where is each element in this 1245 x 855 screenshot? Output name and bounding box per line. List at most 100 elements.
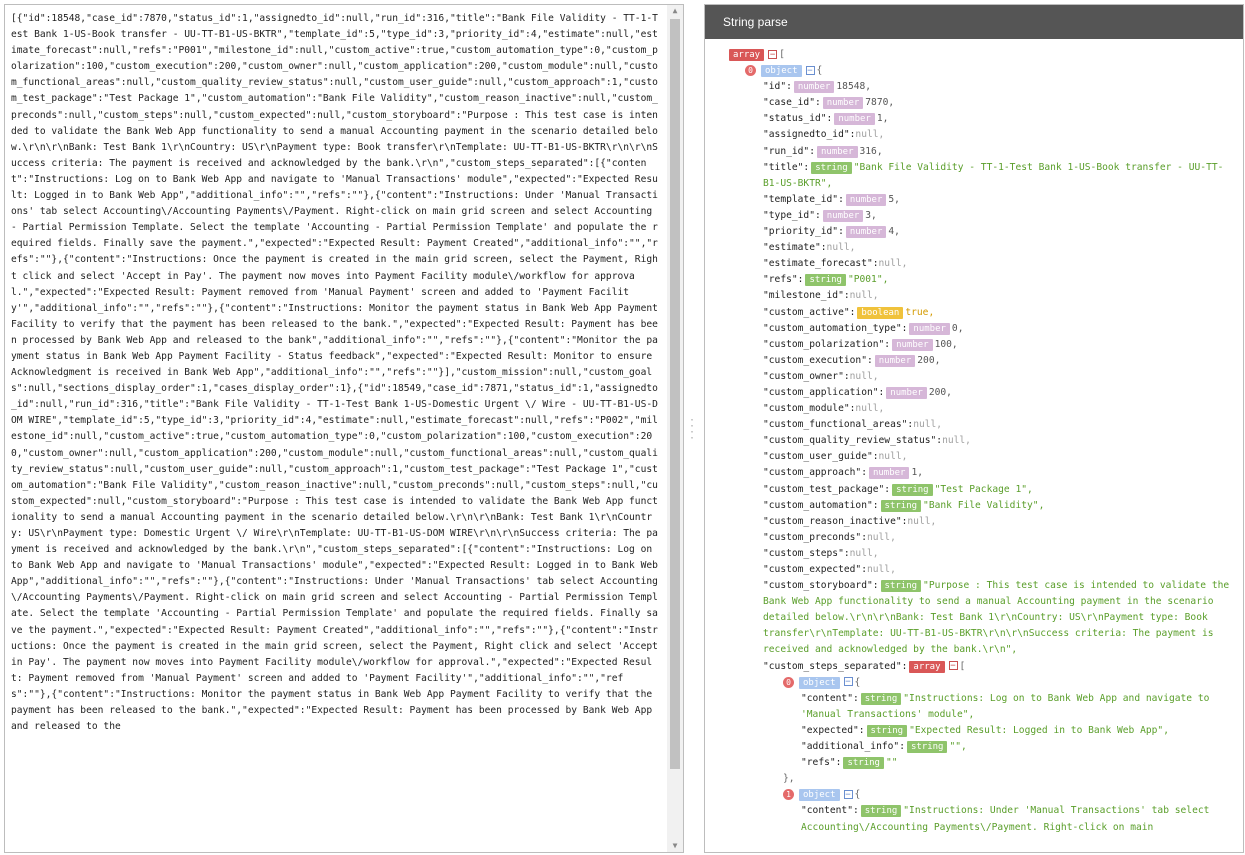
type-badge: number xyxy=(868,467,910,480)
collapse-toggle-icon[interactable]: − xyxy=(768,49,778,59)
raw-json-text[interactable]: [{"id":18548,"case_id":7870,"status_id":… xyxy=(11,11,663,735)
tree-field-row: "custom_application": number 200, xyxy=(705,385,1243,401)
field-value: "Expected Result: Logged in to Bank Web … xyxy=(909,724,1169,736)
bracket: }, xyxy=(783,773,795,785)
field-key: "expected": xyxy=(801,724,865,736)
field-value: null, xyxy=(878,451,908,463)
field-key: "custom_preconds": xyxy=(763,531,867,543)
field-key: "status_id": xyxy=(763,113,833,125)
field-value: "", xyxy=(949,741,967,753)
field-key: "content": xyxy=(801,805,859,817)
field-key: "run_id": xyxy=(763,145,815,157)
field-value: 18548, xyxy=(836,81,872,93)
type-badge: number xyxy=(834,113,875,126)
field-key: "custom_automation": xyxy=(763,499,879,511)
tree-field-row: "status_id": number 1, xyxy=(705,111,1243,127)
tree-field-row: "template_id": number 5, xyxy=(705,192,1243,208)
tree-field-row: "expected": string "Expected Result: Logge… xyxy=(705,723,1243,739)
tree-field-row: "custom_user_guide":null, xyxy=(705,449,1243,465)
tree-field-row: "run_id": number 316, xyxy=(705,144,1243,160)
scroll-up-arrow-icon[interactable]: ▲ xyxy=(667,5,683,17)
tree-field-row: "custom_active": boolean true, xyxy=(705,305,1243,321)
field-key: "custom_test_package": xyxy=(763,483,891,495)
tree-field-row: "custom_automation": string "Bank File Val… xyxy=(705,498,1243,514)
type-badge: number xyxy=(816,145,858,158)
field-value: 4, xyxy=(888,226,900,238)
field-key: "refs": xyxy=(801,757,842,769)
tree-field-row: "content": string "Instructions: Under 'Ma… xyxy=(705,803,1243,835)
tree-field-row: "case_id": number 7870, xyxy=(705,95,1243,111)
field-key: "additional_info": xyxy=(801,741,905,753)
field-value: "P001", xyxy=(847,274,889,286)
tree-field-row: "priority_id": number 4, xyxy=(705,224,1243,240)
field-value: 7870, xyxy=(865,97,895,109)
raw-scrollbar[interactable]: ▲ ▼ xyxy=(667,5,683,852)
field-key: "custom_module": xyxy=(763,403,856,415)
type-badge: object xyxy=(761,65,802,78)
parse-panel-title: String parse xyxy=(705,5,1243,39)
field-value: 5, xyxy=(888,193,900,205)
type-badge: string xyxy=(866,724,908,737)
tree-field-row: "estimate_forecast":null, xyxy=(705,256,1243,272)
tree-field-row: "milestone_id":null, xyxy=(705,288,1243,304)
field-value: 200, xyxy=(917,354,941,366)
field-value: "Purpose : This test case is intended to… xyxy=(763,580,1230,656)
tree-field-row: "estimate":null, xyxy=(705,240,1243,256)
field-value: null, xyxy=(866,531,896,543)
field-key: "refs": xyxy=(763,274,804,286)
type-badge: string xyxy=(892,483,933,496)
type-badge: number xyxy=(845,193,887,206)
collapse-toggle-icon[interactable]: − xyxy=(948,661,958,671)
collapse-toggle-icon[interactable]: − xyxy=(805,65,815,75)
field-value: 1, xyxy=(876,113,889,125)
tree-field-row: "additional_info": string "", xyxy=(705,739,1243,755)
type-badge: string xyxy=(906,741,948,754)
field-key: "custom_expected": xyxy=(763,564,867,575)
type-badge: array xyxy=(729,49,765,61)
tree-field-row: "custom_automation_type": number 0, xyxy=(705,321,1243,337)
type-badge: string xyxy=(843,757,884,770)
resize-handle-icon[interactable]: · · · · xyxy=(688,416,696,444)
field-key: "estimate": xyxy=(763,242,827,254)
type-badge: number xyxy=(793,81,835,94)
type-badge: number xyxy=(822,97,864,110)
field-key: "template_id": xyxy=(763,193,844,205)
string-parse-panel: String parse array −[0 object −{"id": number… xyxy=(704,4,1244,853)
scroll-down-arrow-icon[interactable]: ▼ xyxy=(667,840,683,852)
tree-field-row: "content": string "Instructions: Log on to… xyxy=(705,691,1243,723)
type-badge: string xyxy=(860,692,902,705)
field-key: "custom_steps_separated": xyxy=(763,660,908,672)
field-key: "milestone_id": xyxy=(763,290,850,302)
tree-field-row: "custom_preconds":null, xyxy=(705,530,1243,546)
tree-item-row: 0 object −{ xyxy=(705,675,1243,691)
tree-field-row: "refs": string "P001", xyxy=(705,272,1243,288)
raw-scroll-thumb[interactable] xyxy=(670,19,680,769)
raw-json-editor[interactable]: [{"id":18548,"case_id":7870,"status_id":… xyxy=(4,4,684,853)
field-key: "custom_polarization": xyxy=(763,338,891,350)
field-key: "custom_reason_inactive": xyxy=(763,515,908,527)
tree-field-row: "custom_approach": number 1, xyxy=(705,465,1243,481)
tree-field-row: "custom_execution": number 200, xyxy=(705,353,1243,369)
type-badge: number xyxy=(909,322,950,335)
field-key: "id": xyxy=(763,81,792,93)
type-badge: string xyxy=(805,274,846,287)
bracket: [ xyxy=(779,49,785,60)
field-value: null, xyxy=(855,403,885,415)
field-key: "content": xyxy=(801,692,859,704)
field-value: "Bank File Validity", xyxy=(923,499,1045,511)
type-badge: string xyxy=(880,580,922,593)
field-value: "" xyxy=(885,757,898,769)
tree-root-row: array −[ xyxy=(705,47,1243,63)
tree-field-row: "custom_module":null, xyxy=(705,401,1243,417)
parse-tree: array −[0 object −{"id": number 18548, "case_i… xyxy=(705,47,1243,836)
field-value: null, xyxy=(907,515,937,527)
field-key: "title": xyxy=(763,161,810,173)
tree-field-row: "custom_test_package": string "Test Packag… xyxy=(705,482,1243,498)
collapse-toggle-icon[interactable]: − xyxy=(843,677,853,687)
tree-field-row: "assignedto_id":null, xyxy=(705,127,1243,143)
field-value: null, xyxy=(855,129,885,141)
field-value: 200, xyxy=(928,386,952,398)
field-value: "Test Package 1", xyxy=(934,483,1033,495)
field-key: "priority_id": xyxy=(763,226,844,238)
collapse-toggle-icon[interactable]: − xyxy=(843,789,853,799)
